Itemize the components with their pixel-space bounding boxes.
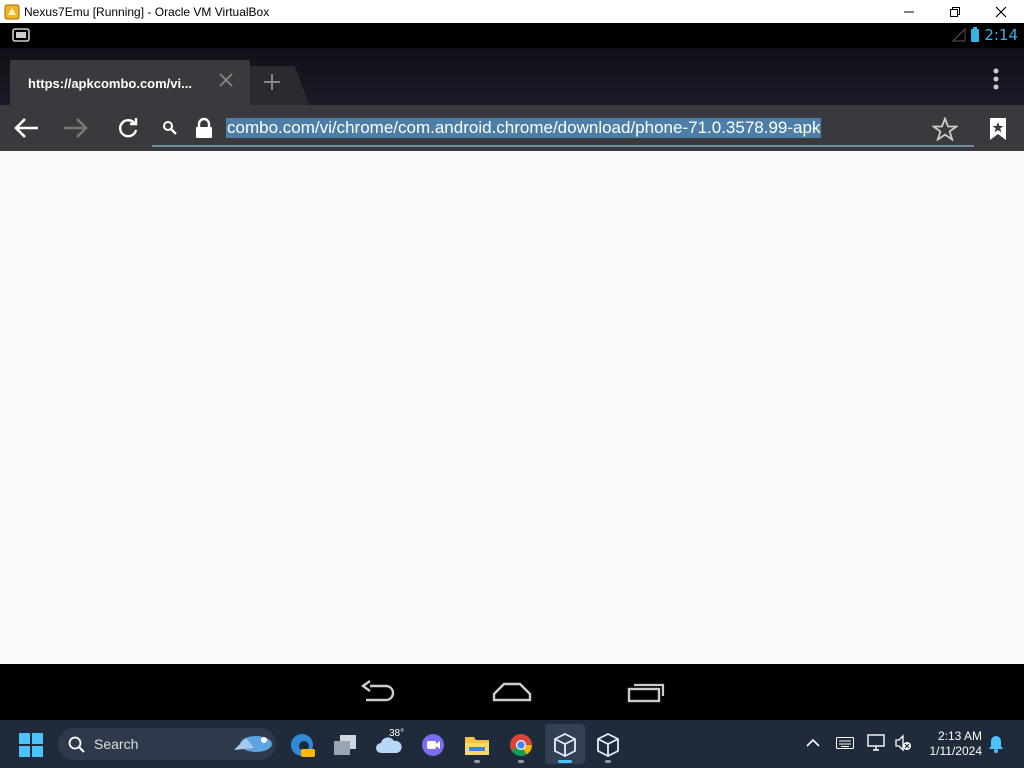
omnibox[interactable]: combo.com/vi/chrome/com.android.chrome/d… bbox=[152, 105, 974, 151]
chrome-app[interactable] bbox=[506, 730, 536, 763]
star-bookmark-icon[interactable] bbox=[932, 117, 958, 141]
tab-title: https://apkcombo.com/vi... bbox=[28, 76, 192, 91]
maximize-button[interactable] bbox=[932, 0, 978, 23]
folder-icon bbox=[465, 737, 489, 755]
new-tab-icon[interactable] bbox=[262, 72, 282, 92]
edge-icon bbox=[291, 734, 315, 757]
web-page-content[interactable] bbox=[0, 151, 1024, 664]
task-view-app[interactable] bbox=[330, 730, 360, 760]
overflow-menu-icon[interactable] bbox=[992, 68, 1000, 90]
file-explorer-app[interactable] bbox=[462, 730, 492, 763]
virtualbox-window: Nexus7Emu [Running] - Oracle VM VirtualB… bbox=[0, 0, 1024, 768]
search-icon bbox=[68, 736, 85, 753]
search-icon bbox=[163, 121, 177, 135]
search-label: Search bbox=[94, 736, 139, 752]
close-icon bbox=[995, 6, 1007, 17]
video-chat-app[interactable] bbox=[418, 730, 448, 760]
chrome-toolbar: combo.com/vi/chrome/com.android.chrome/d… bbox=[0, 105, 1024, 151]
window-title: Nexus7Emu [Running] - Oracle VM VirtualB… bbox=[24, 4, 270, 19]
android-clock: 2:14 bbox=[984, 26, 1018, 44]
search-highlight-icon bbox=[234, 736, 272, 752]
taskbar-search-box[interactable]: Search bbox=[58, 728, 276, 760]
signal-icon bbox=[952, 28, 966, 42]
chevron-up-icon[interactable] bbox=[806, 738, 820, 748]
taskbar-clock[interactable]: 2:13 AM 1/11/2024 bbox=[930, 729, 983, 759]
virtualbox-manager-app[interactable] bbox=[593, 730, 623, 763]
task-view-icon bbox=[334, 735, 356, 755]
chrome-tab[interactable]: https://apkcombo.com/vi... bbox=[10, 60, 250, 105]
running-indicator bbox=[474, 760, 480, 763]
virtualbox-cube-icon bbox=[597, 732, 619, 758]
volume-muted-icon[interactable] bbox=[894, 734, 912, 752]
restore-icon bbox=[950, 6, 960, 17]
running-indicator bbox=[518, 760, 524, 763]
virtualbox-cube-icon bbox=[554, 732, 576, 758]
keyboard-icon[interactable] bbox=[836, 737, 854, 749]
clock-date: 1/11/2024 bbox=[929, 744, 983, 758]
edge-preview-app[interactable] bbox=[287, 730, 317, 760]
windows-taskbar: Search 2:13 AM 1/11/2024 bbox=[0, 720, 1024, 768]
android-status-bar: 2:14 bbox=[0, 23, 1024, 48]
minimize-button[interactable] bbox=[886, 0, 932, 23]
recents-nav-icon[interactable] bbox=[626, 680, 666, 704]
chrome-icon bbox=[510, 734, 532, 756]
window-titlebar: Nexus7Emu [Running] - Oracle VM VirtualB… bbox=[0, 0, 1024, 23]
virtualbox-vm-app[interactable] bbox=[550, 730, 580, 763]
windows-start-icon[interactable] bbox=[18, 732, 44, 758]
minimize-icon bbox=[904, 11, 914, 12]
video-call-icon bbox=[422, 734, 444, 756]
screenshot-notification-icon bbox=[12, 28, 30, 42]
weather-temperature: 38° bbox=[389, 728, 405, 739]
bookmarks-icon[interactable] bbox=[988, 117, 1008, 141]
battery-icon bbox=[971, 27, 980, 42]
close-window-button[interactable] bbox=[978, 0, 1024, 23]
close-tab-icon[interactable] bbox=[218, 72, 234, 88]
chrome-tab-strip: https://apkcombo.com/vi... bbox=[0, 48, 1024, 105]
network-icon[interactable] bbox=[867, 734, 887, 752]
clock-time: 2:13 AM bbox=[937, 729, 982, 743]
omnibox-underline bbox=[152, 145, 974, 147]
virtualbox-app-icon bbox=[4, 4, 20, 19]
android-nav-bar bbox=[0, 664, 1024, 720]
active-indicator bbox=[558, 760, 572, 763]
running-indicator bbox=[605, 760, 611, 763]
forward-arrow-icon[interactable] bbox=[62, 116, 90, 140]
lock-icon bbox=[196, 117, 212, 138]
notification-bell-icon[interactable] bbox=[988, 734, 1004, 754]
home-nav-icon[interactable] bbox=[492, 680, 532, 704]
back-nav-icon[interactable] bbox=[360, 680, 398, 704]
back-arrow-icon[interactable] bbox=[12, 116, 40, 140]
url-text[interactable]: combo.com/vi/chrome/com.android.chrome/d… bbox=[226, 118, 822, 138]
reload-icon[interactable] bbox=[116, 116, 140, 140]
